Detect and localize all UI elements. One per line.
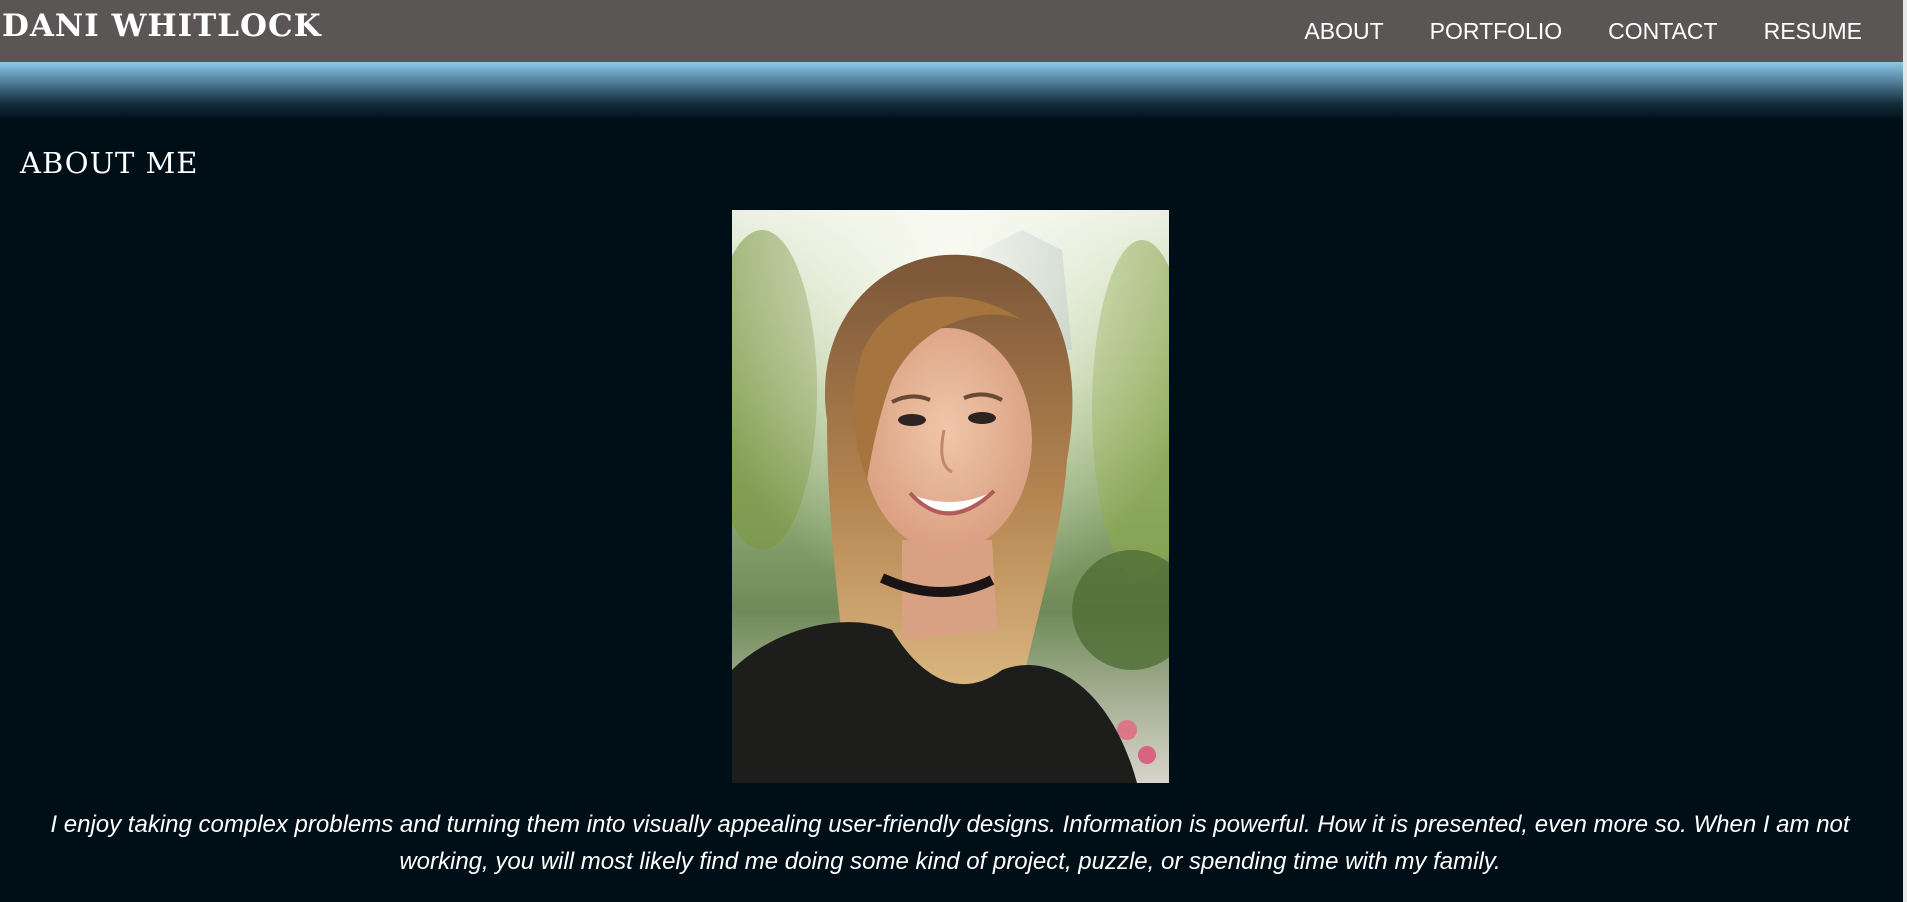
gradient-banner: [0, 62, 1907, 120]
nav-link-resume[interactable]: RESUME: [1764, 18, 1862, 45]
main-nav: ABOUT PORTFOLIO CONTACT RESUME: [1304, 18, 1862, 45]
bio-paragraph: I enjoy taking complex problems and turn…: [50, 811, 1850, 875]
profile-photo: [732, 210, 1169, 783]
scrollbar[interactable]: [1903, 0, 1907, 902]
nav-link-about[interactable]: ABOUT: [1304, 18, 1383, 45]
nav-link-portfolio[interactable]: PORTFOLIO: [1430, 18, 1563, 45]
about-section-title: ABOUT ME: [20, 146, 199, 180]
page: DANI WHITLOCK ABOUT PORTFOLIO CONTACT RE…: [0, 0, 1907, 902]
nav-link-contact[interactable]: CONTACT: [1608, 18, 1717, 45]
top-navbar: DANI WHITLOCK ABOUT PORTFOLIO CONTACT RE…: [0, 0, 1907, 62]
site-brand[interactable]: DANI WHITLOCK: [2, 8, 322, 44]
